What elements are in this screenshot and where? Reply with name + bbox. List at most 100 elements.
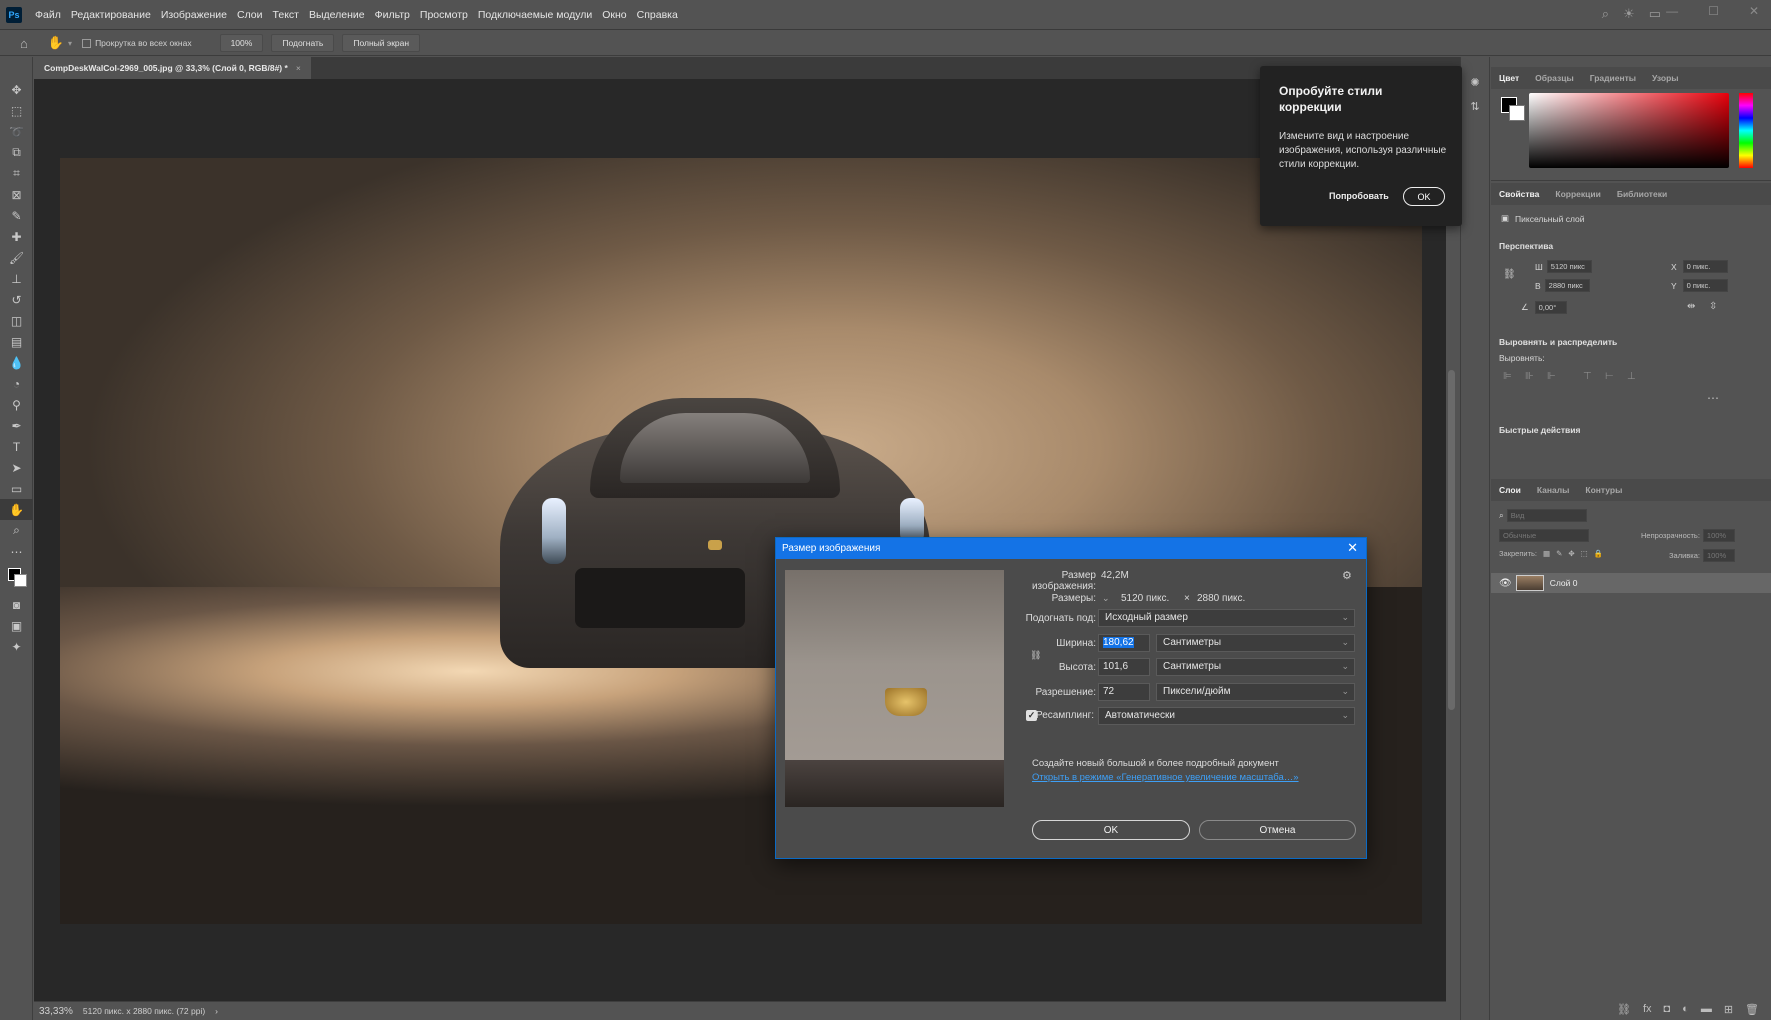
stamp-tool-icon[interactable]: ⊥ (0, 268, 33, 289)
adjustment-layer-icon[interactable]: ◐ (1682, 1003, 1689, 1016)
tab-paths[interactable]: Контуры (1577, 485, 1630, 495)
color-swatches-icon[interactable] (0, 562, 33, 594)
tab-swatches[interactable]: Образцы (1527, 73, 1582, 83)
close-icon[interactable]: ✕ (1749, 4, 1759, 18)
maximize-icon[interactable]: ☐ (1708, 4, 1719, 18)
sponge-tool-icon[interactable]: ⚲ (0, 394, 33, 415)
workspace-icon[interactable]: ▭ (1649, 6, 1661, 22)
align-center-h-icon[interactable]: ⊪ (1525, 371, 1537, 382)
height-field[interactable]: 2880 пикс (1544, 279, 1590, 292)
menu-filter[interactable]: Фильтр (370, 9, 415, 21)
more-options-icon[interactable]: ⋯ (1707, 391, 1719, 405)
tab-adjustments[interactable]: Коррекции (1547, 189, 1608, 199)
align-middle-v-icon[interactable]: ⊢ (1605, 371, 1617, 382)
align-right-icon[interactable]: ⊩ (1547, 371, 1559, 382)
history-icon[interactable]: ⇅ (1461, 95, 1489, 117)
tab-channels[interactable]: Каналы (1529, 485, 1578, 495)
move-tool-icon[interactable]: ✥ (0, 79, 33, 100)
blur-tool-icon[interactable]: 💧 (0, 352, 33, 373)
crop-tool-icon[interactable]: ⌗ (0, 163, 33, 184)
add-mask-icon[interactable]: ◘ (1664, 1003, 1671, 1016)
link-dimensions-icon[interactable]: ⛓ (1503, 269, 1516, 280)
menu-select[interactable]: Выделение (304, 9, 370, 21)
tab-properties[interactable]: Свойства (1491, 189, 1547, 199)
y-field[interactable]: 0 пикс. (1682, 279, 1728, 292)
menu-image[interactable]: Изображение (156, 9, 232, 21)
more-tools-icon[interactable]: ⋯ (0, 541, 33, 562)
generative-icon[interactable]: ✦ (0, 636, 33, 657)
opacity-field[interactable]: 100% (1702, 529, 1735, 542)
zoom-level[interactable]: 33,33% (39, 1006, 73, 1017)
marquee-tool-icon[interactable]: ⬚ (0, 100, 33, 121)
close-tab-icon[interactable]: × (296, 63, 301, 73)
eyedropper-tool-icon[interactable]: ✎ (0, 205, 33, 226)
fit-to-select[interactable]: Исходный размер ⌄ (1098, 609, 1355, 627)
tooltip-ok-button[interactable]: OK (1403, 187, 1445, 206)
settings-gear-icon[interactable]: ⚙ (1342, 569, 1352, 582)
menu-window[interactable]: Окно (597, 9, 631, 21)
layer-row[interactable]: 👁 Слой 0 (1491, 573, 1771, 593)
align-left-icon[interactable]: ⊫ (1503, 371, 1515, 382)
flip-horizontal-icon[interactable]: ⇹ (1687, 301, 1695, 312)
layer-name[interactable]: Слой 0 (1550, 578, 1578, 588)
dodge-tool-icon[interactable]: ◔ (0, 373, 33, 394)
zoom-100-button[interactable]: 100% (219, 34, 264, 52)
tab-libraries[interactable]: Библиотеки (1609, 189, 1675, 199)
document-tab[interactable]: CompDeskWalCol-2969_005.jpg @ 33,3% (Сло… (34, 57, 311, 79)
menu-type[interactable]: Текст (268, 9, 304, 21)
menu-edit[interactable]: Редактирование (66, 9, 156, 21)
pen-tool-icon[interactable]: ✒ (0, 415, 33, 436)
gradient-tool-icon[interactable]: ▤ (0, 331, 33, 352)
tab-patterns[interactable]: Узоры (1644, 73, 1687, 83)
hue-slider[interactable] (1739, 93, 1753, 168)
height-unit-select[interactable]: Сантиметры ⌄ (1156, 658, 1355, 676)
lasso-tool-icon[interactable]: ➰ (0, 121, 33, 142)
tab-gradients[interactable]: Градиенты (1582, 73, 1644, 83)
menu-view[interactable]: Просмотр (415, 9, 473, 21)
flip-vertical-icon[interactable]: ⇳ (1709, 301, 1717, 312)
eraser-tool-icon[interactable]: ◫ (0, 310, 33, 331)
discover-icon[interactable]: ☀ (1623, 6, 1635, 22)
zoom-tool-icon[interactable]: ⌕ (0, 520, 33, 541)
menu-layers[interactable]: Слои (232, 9, 268, 21)
hand-tool-icon[interactable]: ✋ (0, 499, 33, 520)
home-icon[interactable]: ⌂ (20, 36, 28, 51)
dialog-title-bar[interactable]: Размер изображения ✕ (776, 538, 1366, 559)
object-select-tool-icon[interactable]: ⧉ (0, 142, 33, 163)
x-field[interactable]: 0 пикс. (1682, 260, 1728, 273)
tab-color[interactable]: Цвет (1491, 73, 1527, 83)
healing-brush-icon[interactable]: ✚ (0, 226, 33, 247)
delete-layer-icon[interactable]: 🗑 (1745, 1003, 1759, 1016)
tooltip-try-button[interactable]: Попробовать (1329, 191, 1389, 201)
history-brush-icon[interactable]: ↺ (0, 289, 33, 310)
dialog-preview[interactable] (785, 570, 1004, 807)
layer-search-input[interactable]: Вид (1506, 509, 1587, 522)
type-tool-icon[interactable]: T (0, 436, 33, 457)
color-picker-field[interactable] (1529, 93, 1729, 168)
width-field[interactable]: 5120 пикс (1546, 260, 1592, 273)
dimensions-dropdown-icon[interactable]: ⌄ (1102, 593, 1110, 604)
align-top-icon[interactable]: ⊤ (1583, 371, 1595, 382)
blend-mode-select[interactable]: Обычные (1499, 529, 1589, 542)
menu-plugins[interactable]: Подключаемые модули (473, 9, 597, 21)
close-icon[interactable]: ✕ (1347, 540, 1358, 556)
new-layer-icon[interactable]: ⊞ (1724, 1003, 1733, 1016)
adjustment-presets-icon[interactable]: ✺ (1461, 71, 1489, 93)
brush-tool-icon[interactable]: 🖌 (0, 247, 33, 268)
lock-icons[interactable]: ▦✎✥⬚🔒 (1543, 549, 1609, 558)
link-layers-icon[interactable]: ⛓ (1617, 1003, 1631, 1016)
ok-button[interactable]: OK (1032, 820, 1190, 840)
path-select-tool-icon[interactable]: ➤ (0, 457, 33, 478)
fx-icon[interactable]: fx (1643, 1003, 1652, 1016)
search-icon[interactable]: ⌕ (1602, 6, 1609, 22)
cancel-button[interactable]: Отмена (1199, 820, 1356, 840)
resolution-unit-select[interactable]: Пиксели/дюйм ⌄ (1156, 683, 1355, 701)
resolution-input[interactable]: 72 (1098, 683, 1150, 701)
menu-file[interactable]: Файл (30, 9, 66, 21)
fit-screen-button[interactable]: Подогнать (271, 34, 335, 52)
angle-field[interactable]: 0,00° (1534, 301, 1567, 314)
align-title[interactable]: Выровнять и распределить (1499, 337, 1617, 347)
fill-field[interactable]: 100% (1702, 549, 1735, 562)
quick-mask-icon[interactable]: ◙ (0, 594, 33, 615)
width-unit-select[interactable]: Сантиметры ⌄ (1156, 634, 1355, 652)
